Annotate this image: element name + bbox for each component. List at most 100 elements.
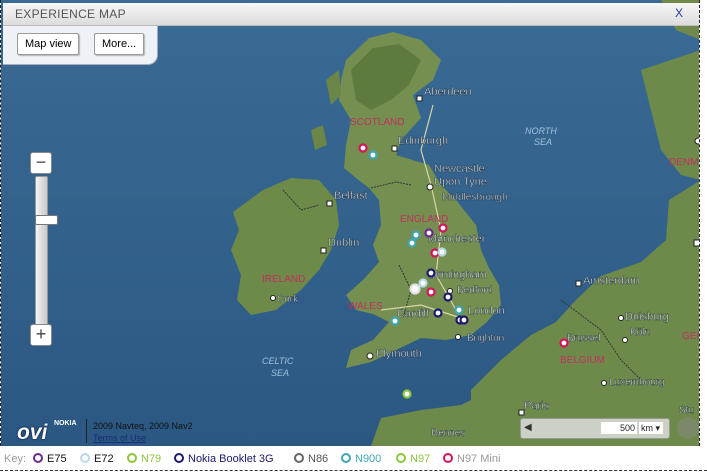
- city-label: Newcastle: [434, 163, 485, 175]
- city-marker: [622, 337, 628, 343]
- city-label: Plymouth: [376, 348, 422, 360]
- city-label: Luxembourg: [609, 377, 665, 388]
- legend-item-n97-mini[interactable]: N97 Mini: [443, 453, 500, 465]
- device-pin: [358, 143, 368, 153]
- city-marker: [391, 145, 398, 152]
- city-label: Aberdeen: [424, 86, 472, 98]
- device-pin: [459, 315, 469, 325]
- country-label: ENGLAND: [400, 214, 448, 225]
- city-marker: [455, 334, 461, 340]
- ring-icon: [396, 453, 406, 463]
- legend-item-booklet[interactable]: Nokia Booklet 3G: [174, 453, 274, 465]
- city-marker: [601, 380, 607, 386]
- city-label: Duisburg: [625, 311, 669, 323]
- nokia-logo-text: NOKIA: [54, 420, 77, 427]
- city-marker: [366, 352, 374, 360]
- device-pin: [409, 283, 421, 295]
- legend-label: E75: [47, 453, 67, 465]
- ovi-logo: ovi: [17, 421, 48, 444]
- zoom-in-button[interactable]: +: [30, 324, 52, 346]
- map-header: EXPERIENCE MAP X: [3, 3, 699, 26]
- sea-label: CELTIC: [262, 356, 294, 366]
- refresh-icon[interactable]: [677, 417, 699, 439]
- sea-label: SEA: [271, 368, 289, 378]
- scale-unit-select[interactable]: km ▾: [639, 422, 663, 434]
- legend-label: E72: [94, 453, 114, 465]
- city-label: Bedford: [457, 285, 492, 296]
- city-label: Birmingham: [428, 269, 487, 281]
- ring-icon: [341, 453, 351, 463]
- footer-divider: [86, 419, 87, 443]
- device-pin: [443, 292, 453, 302]
- legend-label: N79: [141, 453, 162, 465]
- chevron-left-icon[interactable]: ◀: [524, 422, 532, 433]
- legend-item-e75[interactable]: E75: [33, 453, 67, 465]
- device-pin: [424, 228, 434, 238]
- terms-of-use-link[interactable]: Terms of Use: [93, 433, 146, 443]
- zoom-slider-handle[interactable]: [35, 215, 58, 225]
- legend-item-n900[interactable]: N900: [341, 453, 381, 465]
- legend-item-n86[interactable]: N86: [294, 453, 328, 465]
- country-label: GER: [682, 331, 700, 342]
- sea-label: SEA: [534, 137, 552, 147]
- close-button[interactable]: X: [675, 6, 683, 20]
- map-button-panel: Map view More...: [3, 26, 158, 65]
- ring-icon: [294, 453, 304, 463]
- country-label: DENMA: [669, 157, 700, 168]
- city-label: Köln: [630, 327, 650, 338]
- bottom-divider: [0, 470, 707, 471]
- device-pin: [438, 223, 448, 233]
- ring-icon: [33, 453, 43, 463]
- city-label: Middlesbrough: [442, 192, 508, 203]
- scale-value: 500: [601, 422, 637, 434]
- city-marker: [320, 247, 327, 254]
- device-pin: [418, 278, 428, 288]
- city-label: Paris: [524, 400, 550, 412]
- country-label: BELGIUM: [560, 355, 605, 366]
- device-pin: [402, 389, 412, 399]
- device-pin: [368, 150, 378, 160]
- city-marker: [575, 280, 582, 287]
- country-label: IRELAND: [262, 274, 305, 285]
- scale-bar: ◀ 500 km ▾: [520, 418, 670, 439]
- city-label: Rennes: [431, 428, 465, 439]
- country-label: SCOTLAND: [350, 117, 404, 128]
- city-label: London: [468, 305, 505, 317]
- city-label: Edinburgh: [398, 135, 448, 147]
- ring-icon: [127, 453, 137, 463]
- city-marker: [693, 239, 699, 247]
- city-marker: [270, 295, 276, 301]
- city-label: Belfast: [334, 190, 368, 202]
- more-button[interactable]: More...: [94, 33, 145, 55]
- zoom-slider-track[interactable]: [35, 176, 58, 326]
- zoom-out-button[interactable]: −: [30, 152, 52, 174]
- city-marker: [326, 200, 333, 207]
- device-pin: [454, 305, 464, 315]
- city-label: Cardiff: [397, 308, 430, 320]
- device-pin: [426, 287, 436, 297]
- map-view-button[interactable]: Map view: [17, 33, 80, 55]
- legend-label: N900: [355, 453, 382, 465]
- legend-item-n97[interactable]: N97: [396, 453, 430, 465]
- city-label: Brighton: [467, 333, 504, 344]
- map-copyright: 2009 Navteq, 2009 Nav2: [93, 421, 193, 431]
- ring-icon: [174, 453, 184, 463]
- device-pin: [411, 230, 421, 240]
- device-pin: [559, 338, 569, 348]
- city-label: Dublin: [328, 237, 359, 249]
- sea-label: NORTH: [525, 126, 557, 136]
- city-label: Stu: [679, 405, 694, 416]
- legend-item-n79[interactable]: N79: [127, 453, 161, 465]
- city-label: Manchester: [428, 233, 486, 245]
- device-pin: [430, 248, 440, 258]
- city-label: Cork: [277, 294, 299, 305]
- ring-icon: [443, 453, 453, 463]
- country-label: WALES: [348, 301, 383, 312]
- map-labels-layer: SCOTLAND ENGLAND WALES IRELAND BELGIUM D…: [262, 86, 700, 439]
- map-frame[interactable]: SCOTLAND ENGLAND WALES IRELAND BELGIUM D…: [0, 0, 700, 446]
- map-title: EXPERIENCE MAP: [15, 7, 126, 21]
- legend-label: N86: [308, 453, 329, 465]
- legend-label: N97: [410, 453, 431, 465]
- legend-item-e72[interactable]: E72: [80, 453, 114, 465]
- legend-label: N97 Mini: [457, 453, 501, 465]
